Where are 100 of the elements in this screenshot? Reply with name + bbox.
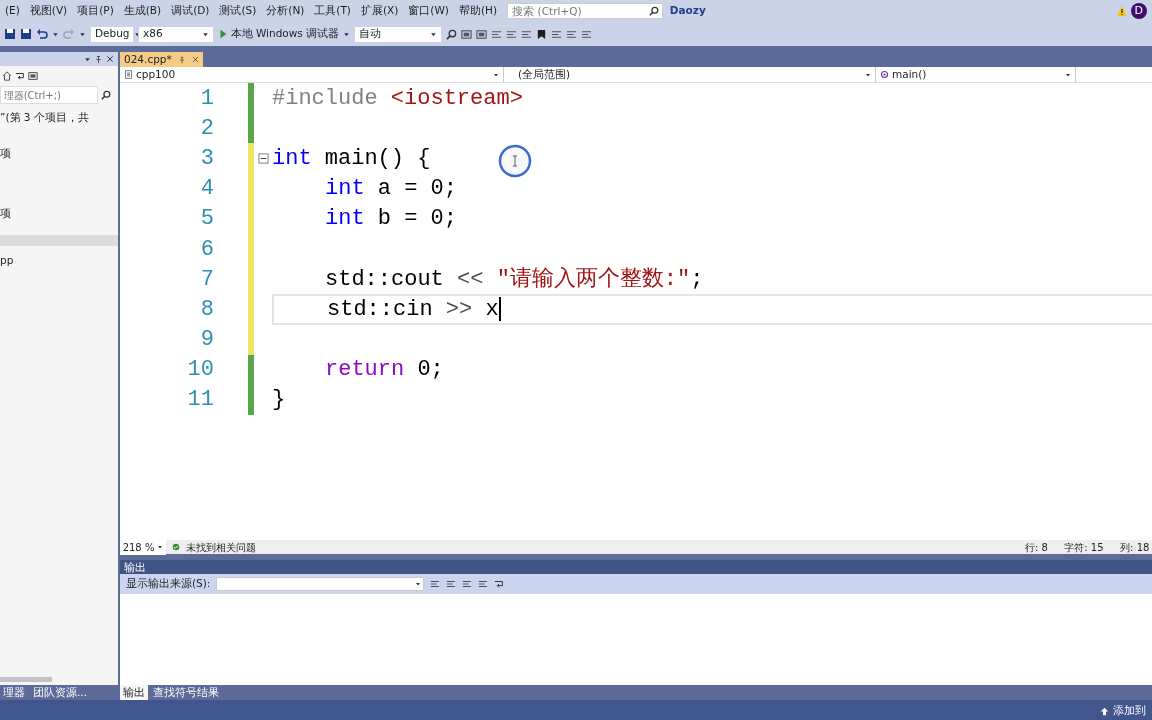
lines-icon[interactable] bbox=[462, 579, 473, 589]
line-number: 8 bbox=[199, 295, 214, 324]
line-number: 9 bbox=[199, 326, 214, 355]
check-icon bbox=[171, 543, 180, 551]
search-field[interactable]: 理器(Ctrl+;) bbox=[0, 86, 98, 104]
menu-item[interactable]: 项目(P) bbox=[72, 3, 119, 19]
line-number: 6 bbox=[199, 235, 214, 264]
lines-icon[interactable] bbox=[551, 28, 563, 40]
menu-item[interactable]: 分析(N) bbox=[261, 3, 310, 19]
search-icon[interactable] bbox=[100, 90, 111, 100]
caret-icon bbox=[865, 71, 871, 78]
column-indicator: 列: 18 bbox=[1120, 540, 1150, 555]
pin-icon[interactable] bbox=[94, 54, 103, 64]
source-control-button[interactable]: 添加到 bbox=[1113, 703, 1146, 719]
panel-tab[interactable]: 查找符号结果 bbox=[150, 685, 222, 700]
panel-tab[interactable]: 输出 bbox=[120, 685, 148, 700]
code-line: int a = 0; bbox=[325, 175, 458, 204]
caret-icon bbox=[1065, 71, 1071, 78]
menu-item[interactable]: 工具(T) bbox=[309, 3, 356, 19]
file-icon bbox=[124, 70, 133, 79]
code-line: std::cin >> x bbox=[327, 295, 499, 324]
caret-icon[interactable] bbox=[84, 55, 91, 63]
wrap-icon[interactable] bbox=[494, 579, 505, 589]
panel-tab[interactable]: 理器 bbox=[0, 685, 28, 700]
code-line: int b = 0; bbox=[325, 205, 458, 234]
menu-item[interactable]: 调试(D) bbox=[166, 3, 215, 19]
caret-icon[interactable] bbox=[343, 30, 351, 38]
close-icon[interactable] bbox=[106, 55, 114, 63]
tree-item[interactable]: 项 bbox=[0, 146, 11, 159]
warning-icon[interactable] bbox=[1116, 5, 1129, 17]
bookmark-icon[interactable] bbox=[536, 28, 548, 40]
home-icon[interactable] bbox=[2, 71, 12, 81]
line-number: 3 bbox=[199, 144, 214, 173]
code-line: std::cout << "请输入两个整数:"; bbox=[325, 265, 704, 294]
collapse-icon[interactable] bbox=[257, 152, 269, 164]
tree-item[interactable]: ”(第 3 个项目，共 bbox=[0, 110, 89, 123]
function-icon bbox=[880, 70, 889, 79]
caret-icon bbox=[133, 30, 141, 38]
combo-text: x86 bbox=[143, 26, 163, 42]
line-number: 2 bbox=[199, 114, 214, 143]
line-number: 11 bbox=[186, 386, 214, 415]
project-dropdown[interactable]: cpp100 bbox=[120, 66, 504, 83]
line-number: 4 bbox=[199, 175, 214, 204]
text-caret bbox=[498, 297, 501, 322]
lines-icon[interactable] bbox=[491, 28, 503, 40]
combo-text: Debug bbox=[95, 26, 130, 42]
lines-icon[interactable] bbox=[430, 579, 441, 589]
member-dropdown[interactable]: main() bbox=[876, 66, 1076, 83]
caret-icon bbox=[493, 71, 499, 78]
tree-item[interactable]: pp bbox=[0, 253, 14, 266]
char-indicator: 字符: 15 bbox=[1064, 540, 1104, 555]
panel-title: 输出 bbox=[120, 560, 1152, 574]
caret-icon bbox=[202, 30, 209, 38]
user-name: Daozy bbox=[669, 3, 706, 19]
window-icon[interactable] bbox=[28, 71, 38, 81]
caret-icon bbox=[430, 30, 438, 38]
caret-icon bbox=[414, 581, 421, 587]
menu-item[interactable]: 视图(V) bbox=[24, 3, 73, 19]
caret-icon[interactable] bbox=[79, 30, 86, 38]
close-icon[interactable] bbox=[191, 56, 199, 63]
lines-icon[interactable] bbox=[506, 28, 518, 40]
code-line: return 0; bbox=[325, 356, 444, 385]
search-icon[interactable] bbox=[446, 28, 458, 40]
pin-icon[interactable] bbox=[177, 55, 186, 64]
issues-status[interactable]: 未找到相关问题 bbox=[185, 539, 256, 555]
save-icon[interactable] bbox=[4, 28, 16, 40]
search-field[interactable]: 搜索 (Ctrl+Q) bbox=[507, 3, 664, 19]
field-label: 显示输出来源(S): bbox=[126, 576, 211, 592]
lines-icon[interactable] bbox=[446, 579, 457, 589]
combo-text: 自动 bbox=[359, 26, 382, 42]
window-icon[interactable] bbox=[461, 28, 473, 40]
lines-icon[interactable] bbox=[566, 28, 578, 40]
line-number: 10 bbox=[186, 356, 214, 385]
code-line: } bbox=[272, 386, 286, 415]
undo-icon[interactable] bbox=[36, 28, 48, 40]
tree-item[interactable]: 项 bbox=[0, 206, 11, 219]
menu-item[interactable]: 测试(S) bbox=[214, 3, 262, 19]
save-all-icon[interactable] bbox=[20, 28, 32, 40]
lines-icon[interactable] bbox=[581, 28, 593, 40]
platform-dropdown[interactable]: x86 bbox=[138, 25, 214, 43]
avatar[interactable]: D bbox=[1130, 3, 1147, 19]
menu-item[interactable]: (E) bbox=[0, 3, 25, 19]
scope-dropdown[interactable]: (全局范围) bbox=[504, 66, 876, 83]
caret-icon bbox=[157, 544, 164, 550]
run-mode-dropdown[interactable]: 自动 bbox=[354, 25, 443, 43]
lines-icon[interactable] bbox=[478, 579, 489, 589]
line-number: 5 bbox=[199, 205, 214, 234]
menu-item[interactable]: 生成(B) bbox=[118, 3, 167, 19]
line-number: 1 bbox=[199, 84, 214, 113]
menu-item[interactable]: 窗口(W) bbox=[403, 3, 454, 19]
window-icon[interactable] bbox=[476, 28, 488, 40]
menu-item[interactable]: 帮助(H) bbox=[453, 3, 503, 19]
document-tab[interactable]: 024.cpp* bbox=[120, 52, 203, 67]
lines-icon[interactable] bbox=[521, 28, 533, 40]
menu-item[interactable]: 扩展(X) bbox=[355, 3, 404, 19]
sync-icon[interactable] bbox=[15, 71, 25, 81]
run-button[interactable]: 本地 Windows 调试器 bbox=[218, 26, 340, 42]
panel-tab[interactable]: 团队资源... bbox=[30, 685, 90, 700]
caret-icon[interactable] bbox=[52, 30, 59, 38]
cursor-ring-icon bbox=[498, 144, 532, 178]
